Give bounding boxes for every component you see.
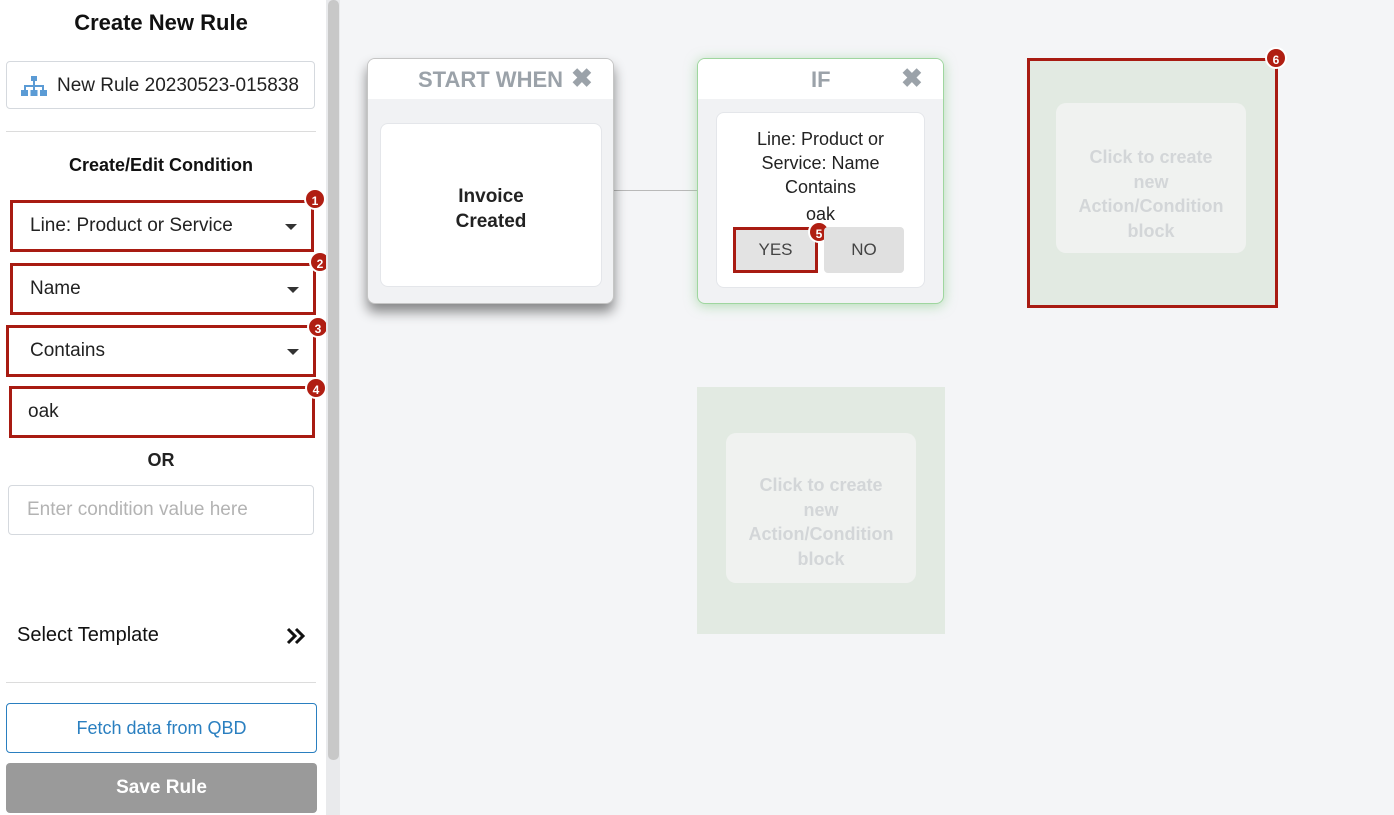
field-dropdown-value: Line: Product or Service: [30, 215, 233, 236]
section-title: Create/Edit Condition: [69, 155, 253, 175]
subfield-dropdown-value: Name: [30, 278, 81, 299]
subfield-dropdown[interactable]: Name: [10, 263, 316, 315]
placeholder-line: new: [1133, 172, 1169, 192]
placeholder-line: Click to create: [759, 475, 883, 495]
annotation-badge: 6: [1265, 47, 1287, 69]
create-block-placeholder-no[interactable]: Click to create new Action/Condition blo…: [697, 387, 945, 634]
select-template-label[interactable]: Select Template: [17, 624, 159, 647]
close-icon[interactable]: ✖: [901, 63, 923, 94]
trigger-line: Invoice: [458, 186, 524, 207]
card-header: IF ✖: [698, 59, 943, 99]
create-block-placeholder-yes[interactable]: Click to create new Action/Condition blo…: [1027, 58, 1278, 308]
caret-down-icon: [287, 349, 299, 355]
placeholder-line: block: [797, 549, 845, 569]
placeholder-line: block: [1127, 221, 1175, 241]
left-panel: Create New Rule Create/Edit Condition Li…: [0, 0, 331, 815]
placeholder-line: Action/Condition: [1078, 196, 1224, 216]
close-icon[interactable]: ✖: [571, 63, 593, 94]
condition-line: Line: Product or: [756, 129, 885, 149]
double-chevron-right-icon[interactable]: [284, 624, 308, 648]
create-block-inner[interactable]: Click to create new Action/Condition blo…: [1056, 103, 1246, 253]
hierarchy-icon: [21, 76, 47, 96]
alt-condition-input[interactable]: [27, 498, 297, 522]
create-block-inner[interactable]: Click to create new Action/Condition blo…: [726, 433, 916, 583]
sidebar-scrollbar-thumb[interactable]: [328, 0, 339, 760]
fetch-data-button[interactable]: Fetch data from QBD: [6, 703, 317, 753]
condition-line: Contains: [784, 177, 857, 197]
card-header: START WHEN ✖: [368, 59, 613, 99]
condition-line: Service: Name: [761, 153, 880, 173]
condition-value-field[interactable]: oak: [9, 386, 315, 438]
trigger-line: Created: [455, 211, 527, 232]
or-label: OR: [147, 450, 175, 470]
rule-name-input[interactable]: [57, 72, 303, 100]
if-title: IF: [811, 67, 831, 92]
alt-condition-field[interactable]: [8, 485, 314, 535]
divider: [6, 682, 316, 683]
annotation-badge: 1: [304, 188, 326, 210]
yes-button[interactable]: YES: [733, 227, 818, 273]
save-rule-button[interactable]: Save Rule: [6, 763, 317, 813]
flow-connector: [614, 190, 698, 191]
start-when-title: START WHEN: [418, 67, 564, 92]
caret-down-icon: [287, 287, 299, 293]
condition-value-text: oak: [28, 401, 59, 422]
annotation-badge: 4: [305, 377, 327, 399]
no-button[interactable]: NO: [824, 227, 904, 273]
caret-down-icon: [285, 224, 297, 230]
placeholder-line: Click to create: [1089, 147, 1213, 167]
panel-title: Create New Rule: [74, 10, 248, 35]
placeholder-line: Action/Condition: [748, 524, 894, 544]
start-when-card[interactable]: START WHEN ✖ Invoice Created: [367, 58, 614, 304]
divider: [6, 131, 316, 132]
trigger-box[interactable]: Invoice Created: [380, 123, 602, 287]
placeholder-line: new: [803, 500, 839, 520]
operator-dropdown-value: Contains: [30, 340, 105, 361]
rule-name-field[interactable]: [6, 61, 315, 109]
operator-dropdown[interactable]: Contains: [6, 325, 316, 377]
field-dropdown[interactable]: Line: Product or Service: [10, 200, 314, 252]
